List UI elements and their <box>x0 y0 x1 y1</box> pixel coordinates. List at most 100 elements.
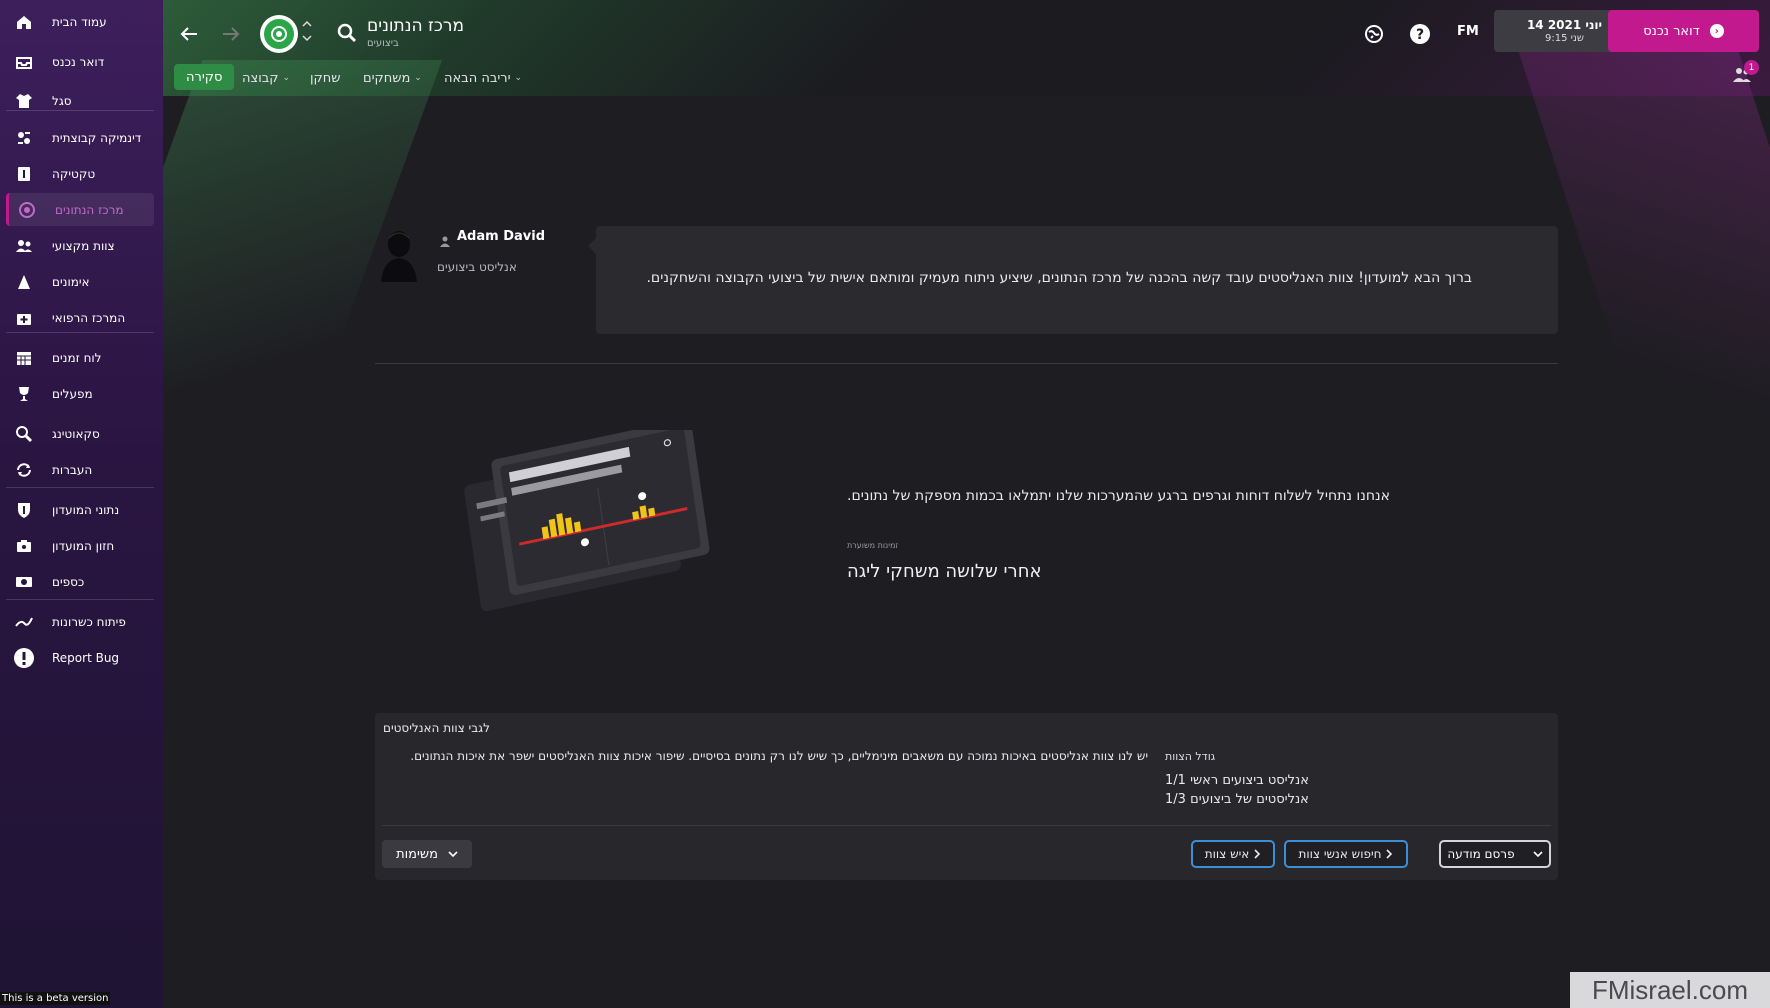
sidebar-item-label: טקטיקה <box>52 166 96 181</box>
avatar <box>375 228 423 282</box>
sidebar-item-development[interactable]: פיתוח כשרונות <box>6 605 154 638</box>
staff-icon <box>12 234 36 258</box>
sidebar-item-training[interactable]: אימונים <box>6 265 154 298</box>
sidebar-divider <box>6 599 154 600</box>
sidebar-divider <box>6 332 154 333</box>
sidebar-item-label: לוח זמנים <box>52 350 102 365</box>
sidebar-item-data-hub[interactable]: מרכז הנתונים <box>6 193 154 226</box>
search-icon[interactable] <box>336 22 358 44</box>
tactics-icon <box>12 162 36 186</box>
tab-next-opponent[interactable]: יריבה הבאה ⌄ <box>444 67 522 89</box>
data-hub-icon <box>15 198 39 222</box>
sidebar-item-inbox[interactable]: דואר נכנס <box>6 45 154 78</box>
tab-label: משחקים <box>363 70 411 86</box>
sidebar-item-finances[interactable]: כספים <box>6 565 154 598</box>
sidebar-item-label: צוות מקצועי <box>52 238 115 253</box>
sidebar-item-schedule[interactable]: לוח זמנים <box>6 341 154 374</box>
medical-icon <box>12 306 36 330</box>
magnifier-icon <box>12 422 36 446</box>
watermark: FMisrael.com <box>1570 972 1770 1008</box>
tab-matches[interactable]: משחקים ⌄ <box>363 67 422 89</box>
sidebar-item-competitions[interactable]: מפעלים <box>6 377 154 410</box>
sidebar-item-label: סקאוטינג <box>52 426 100 441</box>
world-icon[interactable] <box>1362 22 1386 46</box>
sidebar-item-transfers[interactable]: העברות <box>6 453 154 486</box>
panel-divider <box>382 825 1551 826</box>
sidebar-item-label: נתוני המועדון <box>52 502 120 517</box>
availability-label: זמינות משוערת <box>847 541 899 550</box>
sidebar-item-tactics[interactable]: טקטיקה <box>6 157 154 190</box>
tab-player[interactable]: שחקן <box>310 67 340 89</box>
chevron-down-icon: ⌄ <box>282 73 291 83</box>
button-label: איש צוות <box>1204 847 1250 861</box>
advertise-button[interactable]: פרסם מודעה <box>1439 840 1551 868</box>
inbox-icon <box>12 50 36 74</box>
sidebar-item-medical[interactable]: המרכז הרפואי <box>6 301 154 334</box>
chevron-down-icon <box>1533 851 1543 858</box>
section-divider <box>375 363 1558 364</box>
sidebar-item-club-info[interactable]: נתוני המועדון <box>6 493 154 526</box>
help-icon[interactable]: ? <box>1408 22 1432 46</box>
chevron-right-icon <box>1254 849 1261 859</box>
back-button[interactable] <box>175 20 203 48</box>
shirt-icon <box>12 89 36 113</box>
chevron-down-icon <box>448 851 458 858</box>
chevron-right-icon <box>1386 849 1393 859</box>
sender-name[interactable]: Adam David <box>457 229 545 244</box>
tab-overview[interactable]: סקירה <box>174 64 235 90</box>
sidebar-item-staff[interactable]: צוות מקצועי <box>6 229 154 262</box>
sidebar-item-label: המרכז הרפואי <box>52 310 126 325</box>
sidebar-item-label: Report Bug <box>52 650 120 665</box>
search-staff-button[interactable]: חיפוש אנשי צוות <box>1284 840 1408 868</box>
report-bug-icon <box>12 646 36 670</box>
sidebar-item-label: פיתוח כשרונות <box>52 614 126 629</box>
tab-team[interactable]: קבוצה ⌄ <box>242 67 290 89</box>
panel-description: יש לנו צוות אנליסטים באיכות נמוכה עם משא… <box>410 749 1148 763</box>
training-icon <box>12 270 36 294</box>
sidebar-item-label: דינמיקה קבוצתית <box>52 130 142 145</box>
page-subtitle: ביצועים <box>367 38 399 49</box>
person-icon <box>439 232 451 247</box>
button-label: פרסם מודעה <box>1447 847 1515 861</box>
chevron-down-icon: ⌄ <box>414 73 422 83</box>
staff-member-button[interactable]: איש צוות <box>1191 840 1275 868</box>
arrow-left-icon <box>180 27 197 41</box>
forward-button[interactable] <box>217 20 245 48</box>
arrow-right-circle-icon: › <box>1709 24 1724 38</box>
sidebar-item-label: חזון המועדון <box>52 538 115 553</box>
notifications-button[interactable]: 1 <box>1731 60 1759 88</box>
page-title: מרכז הנתונים <box>367 16 465 36</box>
calendar-icon <box>12 346 36 370</box>
sender-role: אנליסט ביצועים <box>437 260 517 274</box>
trophy-icon <box>12 382 36 406</box>
message-bubble: ברוך הבא למועדון! צוות האנליסטים עובד קש… <box>588 226 1558 334</box>
sidebar: עמוד הבית דואר נכנס סגל דינמיקה קבוצתית … <box>0 0 163 1008</box>
availability-value: אחרי שלושה משחקי ליגה <box>847 561 1042 582</box>
svg-text:?: ? <box>1416 27 1424 43</box>
message-text: ברוך הבא למועדון! צוות האנליסטים עובד קש… <box>646 270 1472 286</box>
tab-label: קבוצה <box>242 70 279 86</box>
sidebar-item-report-bug[interactable]: Report Bug <box>6 641 154 674</box>
sidebar-item-home[interactable]: עמוד הבית <box>6 5 154 38</box>
data-report-illustration <box>445 418 745 660</box>
sidebar-item-club-vision[interactable]: חזון המועדון <box>6 529 154 562</box>
home-icon <box>12 10 36 34</box>
chevron-down-icon: ⌄ <box>514 73 523 83</box>
button-label: חיפוש אנשי צוות <box>1298 847 1382 861</box>
sidebar-item-label: העברות <box>52 462 93 477</box>
continue-button[interactable]: דואר נכנס › <box>1608 10 1759 52</box>
sidebar-item-label: עמוד הבית <box>52 14 107 29</box>
sidebar-item-squad[interactable]: סגל <box>6 84 154 117</box>
club-badge[interactable] <box>260 15 298 53</box>
sidebar-divider <box>6 487 154 488</box>
fm-logo[interactable]: FM <box>1457 24 1479 39</box>
tasks-dropdown-button[interactable]: משימות <box>382 840 472 868</box>
sidebar-item-dynamics[interactable]: דינמיקה קבוצתית <box>6 121 154 154</box>
beta-notice: This is a beta version <box>0 992 111 1005</box>
dynamics-icon <box>12 126 36 150</box>
club-switch-button[interactable] <box>302 18 312 48</box>
finances-icon <box>12 570 36 594</box>
sidebar-item-scouting[interactable]: סקאוטינג <box>6 417 154 450</box>
club-crest-icon <box>264 19 294 49</box>
team-size-row: 1/3 אנליסטים של ביצועים <box>1165 792 1309 807</box>
